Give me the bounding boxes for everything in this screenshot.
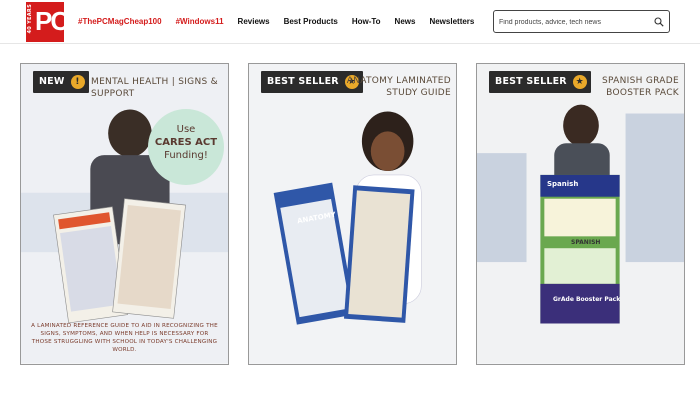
badge-label: BEST SELLER — [495, 76, 567, 87]
ad-card-mental-health[interactable]: NEW ! MENTAL HEALTH | SIGNS & SUPPORT Us… — [20, 63, 229, 365]
search-box — [493, 10, 670, 33]
badge-label: NEW — [39, 76, 65, 87]
main-nav: #ThePCMagCheap100 #Windows11 Reviews Bes… — [78, 17, 488, 26]
nav-link-reviews[interactable]: Reviews — [238, 17, 270, 26]
card-heading: MENTAL HEALTH | SIGNS & SUPPORT — [91, 77, 218, 99]
cares-act-callout: Use CARES ACT Funding! — [148, 109, 224, 185]
callout-line-2: CARES ACT — [154, 137, 218, 148]
callout-line-3: Funding! — [164, 150, 208, 161]
ad-card-spanish[interactable]: BEST SELLER ★ SPANISH GRADE BOOSTER PACK… — [476, 63, 685, 365]
nav-link-newsletters[interactable]: Newsletters — [429, 17, 474, 26]
ad-image-student-reading — [21, 64, 228, 364]
top-navigation-bar: 40 YEARS PC #ThePCMagCheap100 #Windows11… — [0, 0, 700, 44]
alert-icon: ! — [70, 75, 85, 89]
nav-link-cheap100[interactable]: #ThePCMagCheap100 — [78, 17, 162, 26]
ad-image-anatomy-guide — [249, 64, 456, 364]
logo-years-text: 40 YEARS — [27, 4, 33, 34]
card-description: A LAMINATED REFERENCE GUIDE TO AID IN RE… — [31, 323, 218, 353]
nav-link-news[interactable]: News — [395, 17, 416, 26]
logo-text: PC — [35, 6, 69, 36]
nav-link-best-products[interactable]: Best Products — [284, 17, 338, 26]
badge-label: BEST SELLER — [267, 76, 339, 87]
card-heading: SPANISH GRADE BOOSTER PACK — [602, 76, 679, 98]
ad-card-anatomy[interactable]: BEST SELLER ★ ANATOMY LAMINATED STUDY GU… — [248, 63, 457, 365]
pcmag-logo[interactable]: 40 YEARS PC — [26, 2, 69, 42]
card-heading: ANATOMY LAMINATED STUDY GUIDE — [346, 76, 451, 98]
ad-image-library-student — [477, 64, 684, 364]
product-sub-label: SPANISH — [571, 239, 601, 246]
product-label: Spanish — [547, 180, 579, 188]
search-icon[interactable] — [654, 17, 664, 27]
product-title: GrAde Booster Pack — [553, 296, 621, 303]
new-badge: NEW ! — [33, 71, 89, 93]
nav-link-windows11[interactable]: #Windows11 — [176, 17, 224, 26]
callout-line-1: Use — [176, 124, 196, 135]
search-input[interactable] — [499, 14, 649, 30]
nav-link-how-to[interactable]: How-To — [352, 17, 381, 26]
